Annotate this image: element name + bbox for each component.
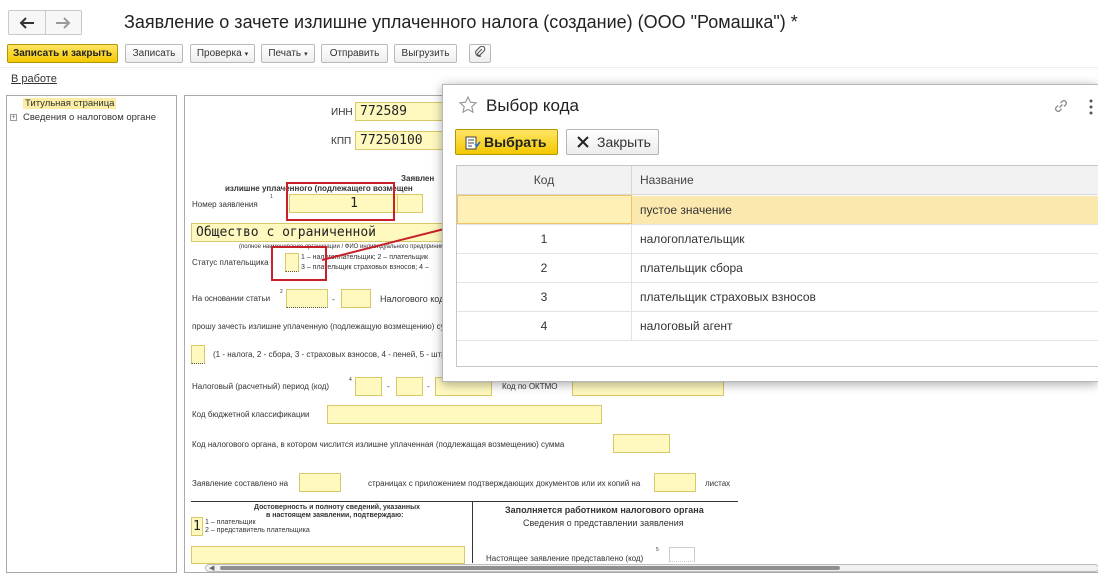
cell-code: 2: [457, 254, 632, 282]
select-button-label: Выбрать: [484, 134, 547, 150]
cell-code: [457, 195, 632, 224]
cell-name: налоговый агент: [640, 319, 733, 333]
more-icon[interactable]: [1088, 99, 1094, 118]
table-row[interactable]: 2 плательщик сбора: [457, 254, 1098, 283]
select-button[interactable]: Выбрать: [455, 129, 558, 155]
dialog-title: Выбор кода: [486, 96, 580, 115]
select-list-icon: [465, 135, 481, 154]
table-row[interactable]: 4 налоговый агент: [457, 312, 1098, 341]
star-icon[interactable]: [458, 95, 478, 118]
link-icon[interactable]: [1052, 97, 1070, 118]
cell-code: 4: [457, 312, 632, 340]
code-selection-dialog: Выбор кода Выбрать Закрыть Код Название …: [442, 84, 1098, 382]
code-table: Код Название пустое значение 1 налогопла…: [456, 165, 1098, 367]
close-icon: [576, 135, 590, 152]
table-row[interactable]: 1 налогоплательщик: [457, 225, 1098, 254]
cell-code: 3: [457, 283, 632, 311]
table-row[interactable]: пустое значение: [457, 195, 1098, 225]
column-header-name[interactable]: Название: [640, 166, 694, 195]
cell-name: пустое значение: [640, 203, 732, 217]
cell-name: плательщик страховых взносов: [640, 290, 816, 304]
close-button-label: Закрыть: [597, 134, 651, 150]
cell-name: налогоплательщик: [640, 232, 745, 246]
table-row[interactable]: 3 плательщик страховых взносов: [457, 283, 1098, 312]
column-header-code[interactable]: Код: [457, 166, 632, 195]
cell-code: 1: [457, 225, 632, 253]
table-header: Код Название: [457, 166, 1098, 195]
cell-name: плательщик сбора: [640, 261, 743, 275]
close-button[interactable]: Закрыть: [566, 129, 659, 155]
